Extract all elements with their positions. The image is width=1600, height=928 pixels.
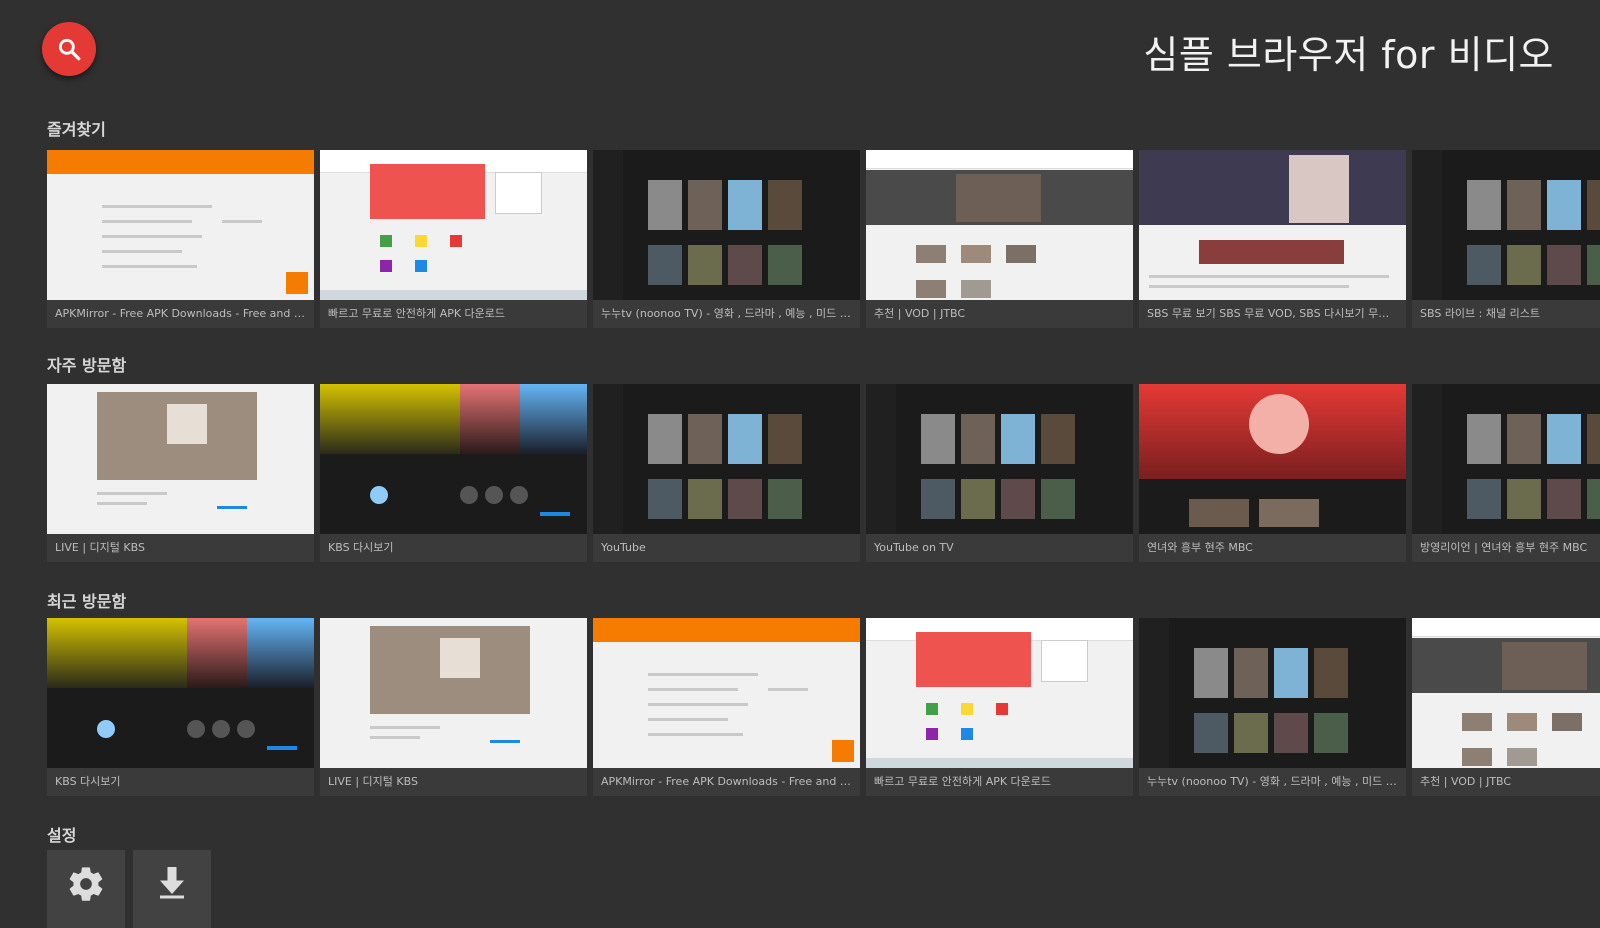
bookmark-card[interactable]: SBS 라이브 : 채널 리스트 (1412, 150, 1600, 328)
bookmark-caption: YouTube (593, 534, 860, 562)
bookmark-card[interactable]: SBS 무료 보기 SBS 무료 VOD, SBS 다시보기 무료, S... (1139, 150, 1406, 328)
bookmark-card[interactable]: 방영리이언 | 연녀와 흥부 현주 MBC (1412, 384, 1600, 562)
bookmark-caption: 누누tv (noonoo TV) - 영화 , 드라마 , 예능 , 미드 , … (593, 300, 860, 328)
bookmark-card[interactable]: LIVE | 디지털 KBS (320, 618, 587, 796)
settings-button[interactable] (47, 850, 125, 928)
thumbnail (1412, 150, 1600, 300)
bookmark-card[interactable]: KBS 다시보기 (320, 384, 587, 562)
section-title-settings: 설정 (47, 826, 77, 845)
section-title-favorites: 즐겨찾기 (47, 120, 106, 139)
bookmark-caption: LIVE | 디지털 KBS (320, 768, 587, 796)
bookmark-caption: APKMirror - Free APK Downloads - Free an… (47, 300, 314, 328)
thumbnail (866, 384, 1133, 534)
bookmark-caption: 추천 | VOD | JTBC (1412, 768, 1600, 796)
bookmark-caption: SBS 라이브 : 채널 리스트 (1412, 300, 1600, 328)
section-title-frequent: 자주 방문함 (47, 356, 127, 375)
bookmark-caption: KBS 다시보기 (47, 768, 314, 796)
thumbnail (1139, 384, 1406, 534)
search-button[interactable] (42, 22, 96, 76)
download-arrow-icon (160, 867, 184, 899)
favorites-row: APKMirror - Free APK Downloads - Free an… (47, 150, 1600, 328)
bookmark-caption: LIVE | 디지털 KBS (47, 534, 314, 562)
bookmark-caption: 빠르고 무료로 안전하게 APK 다운로드 (320, 300, 587, 328)
thumbnail (866, 150, 1133, 300)
thumbnail (320, 618, 587, 768)
bookmark-card[interactable]: 누누tv (noonoo TV) - 영화 , 드라마 , 예능 , 미드 , … (1139, 618, 1406, 796)
thumbnail (866, 618, 1133, 768)
frequent-row: LIVE | 디지털 KBS KBS 다시보기 YouTube YouTube on … (47, 384, 1600, 562)
bookmark-card[interactable]: LIVE | 디지털 KBS (47, 384, 314, 562)
bookmark-caption: 추천 | VOD | JTBC (866, 300, 1133, 328)
thumbnail (320, 384, 587, 534)
downloads-button[interactable] (133, 850, 211, 928)
bookmark-card[interactable]: 누누tv (noonoo TV) - 영화 , 드라마 , 예능 , 미드 , … (593, 150, 860, 328)
settings-row (47, 850, 211, 928)
section-title-recent: 최근 방문함 (47, 592, 127, 611)
bookmark-card[interactable]: YouTube (593, 384, 860, 562)
bookmark-caption: SBS 무료 보기 SBS 무료 VOD, SBS 다시보기 무료, S... (1139, 300, 1406, 328)
thumbnail (1412, 618, 1600, 768)
bookmark-card[interactable]: 빠르고 무료로 안전하게 APK 다운로드 (866, 618, 1133, 796)
thumbnail (1139, 150, 1406, 300)
bookmark-card[interactable]: APKMirror - Free APK Downloads - Free an… (593, 618, 860, 796)
bookmark-card[interactable]: APKMirror - Free APK Downloads - Free an… (47, 150, 314, 328)
thumbnail (47, 384, 314, 534)
bookmark-card[interactable]: 추천 | VOD | JTBC (866, 150, 1133, 328)
bookmark-card[interactable]: YouTube on TV (866, 384, 1133, 562)
thumbnail (1139, 618, 1406, 768)
bookmark-card[interactable]: 빠르고 무료로 안전하게 APK 다운로드 (320, 150, 587, 328)
thumbnail (47, 150, 314, 300)
app-title: 심플 브라우저 for 비디오 (1143, 33, 1554, 77)
bookmark-card[interactable]: 연녀와 흥부 현주 MBC (1139, 384, 1406, 562)
thumbnail (593, 150, 860, 300)
search-icon (58, 38, 81, 61)
bookmark-caption: KBS 다시보기 (320, 534, 587, 562)
thumbnail (47, 618, 314, 768)
gear-icon (69, 867, 103, 901)
thumbnail (593, 384, 860, 534)
thumbnail (1412, 384, 1600, 534)
bookmark-caption: 연녀와 흥부 현주 MBC (1139, 534, 1406, 562)
bookmark-caption: 방영리이언 | 연녀와 흥부 현주 MBC (1412, 534, 1600, 562)
bookmark-caption: YouTube on TV (866, 534, 1133, 562)
bookmark-caption: 빠르고 무료로 안전하게 APK 다운로드 (866, 768, 1133, 796)
bookmark-card[interactable]: 추천 | VOD | JTBC (1412, 618, 1600, 796)
bookmark-caption: APKMirror - Free APK Downloads - Free an… (593, 768, 860, 796)
thumbnail (320, 150, 587, 300)
thumbnail (593, 618, 860, 768)
bookmark-caption: 누누tv (noonoo TV) - 영화 , 드라마 , 예능 , 미드 , … (1139, 768, 1406, 796)
recent-row: KBS 다시보기 LIVE | 디지털 KBS APKMirror - Free A… (47, 618, 1600, 796)
bookmark-card[interactable]: KBS 다시보기 (47, 618, 314, 796)
